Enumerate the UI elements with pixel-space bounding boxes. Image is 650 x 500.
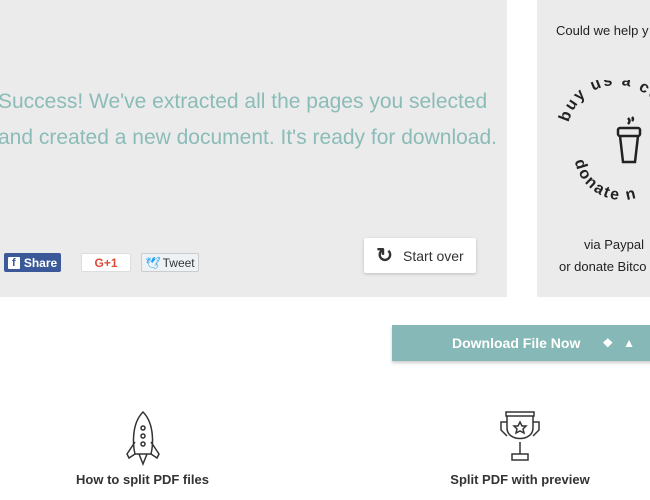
facebook-label: Share <box>23 255 58 270</box>
dropbox-icon[interactable]: ❖ <box>602 336 613 350</box>
start-over-button[interactable]: ↻ Start over <box>364 238 476 273</box>
google-plus-button[interactable]: G+1 <box>81 253 131 272</box>
twitter-icon: 🕊 <box>145 255 161 270</box>
tweet-label: Tweet <box>162 255 195 270</box>
feature-label: Split PDF with preview <box>450 472 590 487</box>
svg-text:donate n: donate n <box>571 157 639 204</box>
rocket-icon <box>125 410 160 466</box>
facebook-icon: f <box>7 256 20 269</box>
trophy-icon <box>500 411 540 461</box>
success-message: Success! We've extracted all the pages y… <box>0 90 497 149</box>
download-label: Download File Now <box>452 335 581 351</box>
start-over-label: Start over <box>403 247 464 264</box>
bitcoin-text[interactable]: or donate Bitco <box>559 259 646 274</box>
refresh-icon: ↻ <box>376 245 394 267</box>
feature-how-to-split[interactable]: How to split PDF files <box>60 410 225 487</box>
donate-prompt: Could we help y <box>556 23 649 38</box>
facebook-share-button[interactable]: f Share <box>4 253 61 272</box>
badge-bottom-text: donate n <box>571 157 637 204</box>
donate-panel: Could we help y buy us a co donate n via… <box>537 0 650 297</box>
google-drive-icon[interactable]: ▲ <box>623 336 635 350</box>
tweet-button[interactable]: 🕊 Tweet <box>141 253 199 272</box>
coffee-cup-icon <box>616 116 642 164</box>
buy-coffee-badge[interactable]: buy us a co donate n <box>552 80 650 210</box>
feature-split-preview[interactable]: Split PDF with preview <box>430 410 610 487</box>
feature-label: How to split PDF files <box>76 472 209 487</box>
svg-text:buy us a co: buy us a co <box>556 80 650 124</box>
download-button[interactable]: Download File Now ❖ ▲ <box>392 325 650 361</box>
result-panel: Success! We've extracted all the pages y… <box>0 0 507 297</box>
badge-top-text: buy us a co <box>556 80 650 124</box>
paypal-text[interactable]: via Paypal <box>584 237 644 252</box>
